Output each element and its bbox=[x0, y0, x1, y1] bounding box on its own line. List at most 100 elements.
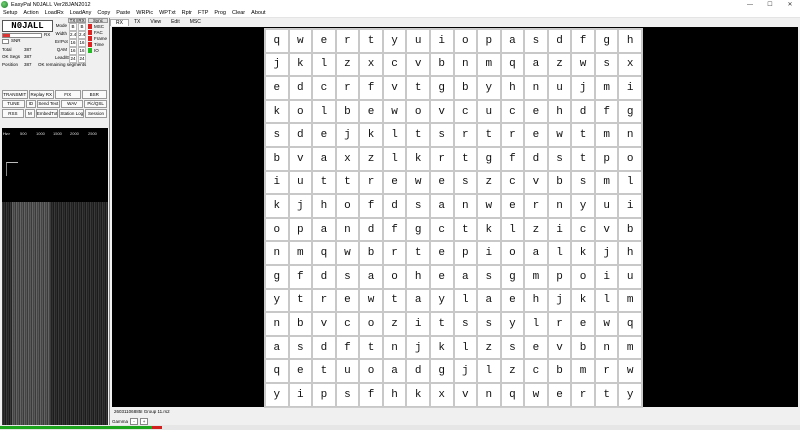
waterfall-display[interactable] bbox=[2, 142, 108, 430]
menu-ftp[interactable]: FTP bbox=[195, 10, 211, 16]
grid-cell: w bbox=[406, 170, 430, 195]
grid-cell: g bbox=[406, 217, 430, 242]
mode-tx-value: 16 bbox=[69, 39, 77, 47]
grid-cell: n bbox=[594, 335, 619, 360]
id-button[interactable]: ID bbox=[25, 99, 36, 108]
grid-cell: b bbox=[547, 170, 572, 195]
menu-loadrx[interactable]: LoadRx bbox=[42, 10, 67, 16]
close-button[interactable]: ✕ bbox=[780, 0, 800, 9]
wav-button[interactable]: WAV bbox=[60, 99, 84, 108]
grid-cell: j bbox=[453, 359, 478, 383]
grid-cell: e bbox=[359, 99, 383, 124]
grid-cell: w bbox=[288, 29, 313, 53]
grid-cell: p bbox=[594, 146, 619, 171]
grid-cell: r bbox=[382, 241, 407, 265]
mode-rx-value: 2.4 bbox=[78, 31, 86, 39]
grid-cell: t bbox=[571, 123, 595, 147]
spectrum-tick-label: 500 bbox=[20, 131, 27, 136]
grid-cell: w bbox=[359, 288, 383, 313]
stat-value: 387 bbox=[24, 61, 32, 67]
grid-cell: u bbox=[547, 76, 572, 100]
grid-cell: u bbox=[288, 170, 313, 195]
grid-cell: t bbox=[477, 123, 501, 147]
m-button[interactable]: M bbox=[24, 109, 35, 118]
send-text-button[interactable]: Send Text bbox=[36, 99, 60, 108]
menu-action[interactable]: Action bbox=[20, 10, 41, 16]
gamma-minus-button[interactable]: - bbox=[130, 417, 139, 425]
bsr-button[interactable]: BSR bbox=[81, 90, 107, 99]
menu-wrpic[interactable]: WRPic bbox=[133, 10, 156, 16]
grid-cell: r bbox=[500, 123, 525, 147]
grid-cell: i bbox=[618, 194, 642, 218]
menu-clear[interactable]: Clear bbox=[229, 10, 248, 16]
grid-cell: s bbox=[477, 264, 501, 289]
status-dot-icon bbox=[88, 29, 92, 35]
tab-edit[interactable]: Edit bbox=[166, 19, 185, 25]
grid-cell: s bbox=[477, 312, 501, 336]
rss-button[interactable]: RSS bbox=[2, 109, 24, 118]
grid-cell: l bbox=[524, 312, 548, 336]
grid-cell: b bbox=[547, 359, 572, 383]
grid-cell: t bbox=[594, 382, 619, 407]
menu-wptxt[interactable]: WPTxt bbox=[156, 10, 179, 16]
menu-about[interactable]: About bbox=[248, 10, 268, 16]
maximize-button[interactable]: ☐ bbox=[760, 0, 780, 9]
grid-cell: m bbox=[594, 76, 619, 100]
minimize-button[interactable]: — bbox=[740, 0, 760, 9]
tab-tx[interactable]: TX bbox=[129, 19, 145, 25]
grid-cell: v bbox=[524, 170, 548, 195]
menu-copy[interactable]: Copy bbox=[94, 10, 113, 16]
menu-prog[interactable]: Prog bbox=[211, 10, 229, 16]
grid-cell: s bbox=[429, 123, 454, 147]
embed-text-button[interactable]: EmbedTxt bbox=[35, 109, 59, 118]
grid-cell: e bbox=[500, 288, 525, 313]
grid-cell: w bbox=[547, 123, 572, 147]
tune-button[interactable]: TUNE bbox=[2, 99, 25, 108]
grid-cell: d bbox=[547, 29, 572, 53]
session-button[interactable]: Session bbox=[85, 109, 107, 118]
grid-cell: p bbox=[288, 217, 313, 242]
grid-cell: q bbox=[265, 29, 289, 53]
callsign-field[interactable]: N0JALL bbox=[2, 20, 53, 32]
grid-cell: x bbox=[618, 52, 642, 77]
status-label: IO bbox=[94, 47, 99, 53]
mode-tx-value: 2.4 bbox=[69, 31, 77, 39]
tab-msc[interactable]: MSC bbox=[185, 19, 206, 25]
pic-qsl-button[interactable]: Pic/QSL bbox=[84, 99, 108, 108]
grid-cell: u bbox=[594, 194, 619, 218]
grid-cell: w bbox=[594, 312, 619, 336]
grid-cell: n bbox=[477, 382, 501, 407]
menu-paste[interactable]: Paste bbox=[113, 10, 133, 16]
grid-cell: s bbox=[453, 312, 478, 336]
grid-cell: c bbox=[312, 76, 336, 100]
replay-rx-button[interactable]: Replay RX bbox=[28, 90, 54, 99]
grid-cell: d bbox=[406, 359, 430, 383]
grid-cell: t bbox=[359, 335, 383, 360]
mode-label: Mode bbox=[55, 23, 67, 28]
grid-cell: t bbox=[453, 217, 478, 242]
gamma-plus-button[interactable]: + bbox=[140, 417, 149, 425]
mode-rx-value: 16 bbox=[78, 39, 86, 47]
status-dot-icon bbox=[88, 23, 92, 29]
station-log-button[interactable]: Station Log bbox=[59, 109, 85, 118]
grid-cell: r bbox=[429, 146, 454, 171]
grid-cell: l bbox=[500, 217, 525, 242]
menu-rptr[interactable]: Rptr bbox=[179, 10, 195, 16]
grid-cell: w bbox=[477, 194, 501, 218]
grid-cell: j bbox=[288, 194, 313, 218]
tab-view[interactable]: View bbox=[145, 19, 166, 25]
grid-cell: y bbox=[571, 194, 595, 218]
grid-cell: z bbox=[500, 359, 525, 383]
grid-cell: f bbox=[571, 29, 595, 53]
grid-cell: r bbox=[571, 382, 595, 407]
grid-cell: n bbox=[453, 52, 478, 77]
fix-button[interactable]: FIX bbox=[55, 90, 81, 99]
grid-cell: e bbox=[265, 76, 289, 100]
grid-cell: e bbox=[382, 170, 407, 195]
transmit-button[interactable]: TRANSMIT bbox=[2, 90, 28, 99]
grid-cell: o bbox=[618, 146, 642, 171]
menu-setup[interactable]: Setup bbox=[0, 10, 20, 16]
menu-loadany[interactable]: LoadAny bbox=[67, 10, 95, 16]
grid-cell: i bbox=[618, 76, 642, 100]
tab-rx[interactable]: RX bbox=[110, 18, 129, 26]
